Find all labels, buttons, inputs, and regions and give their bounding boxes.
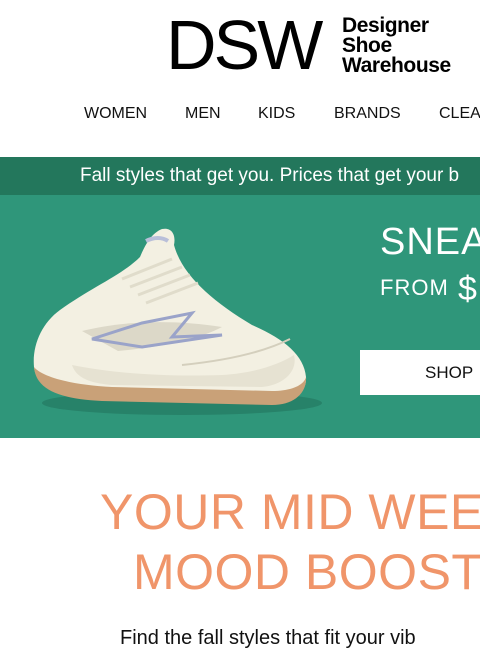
dsw-logo[interactable]: DSW — [166, 10, 323, 80]
logo-word-shoe: Shoe — [342, 34, 392, 57]
sneaker-image[interactable] — [22, 215, 322, 420]
headline-line-1: YOUR MID WEE — [100, 485, 480, 540]
promo-banner[interactable]: Fall styles that get you. Prices that ge… — [0, 157, 480, 195]
promo-text: Fall styles that get you. Prices that ge… — [80, 165, 460, 186]
nav-item-brands[interactable]: BRANDS — [334, 104, 401, 124]
hero-from-label: FROM — [380, 275, 449, 300]
nav-item-kids[interactable]: KIDS — [258, 104, 295, 124]
logo-word-designer: Designer — [342, 14, 429, 37]
headline: YOUR MID WEE MOOD BOOST — [0, 485, 480, 615]
body-copy: Find the fall styles that fit your vib — [120, 627, 416, 649]
nav-item-men[interactable]: MEN — [185, 104, 221, 124]
hero-title: SNEA — [380, 221, 480, 263]
headline-line-2: MOOD BOOST — [133, 544, 480, 600]
main-nav: WOMEN MEN KIDS BRANDS CLEA — [0, 104, 480, 128]
nav-item-clearance[interactable]: CLEA — [439, 104, 480, 124]
nav-item-women[interactable]: WOMEN — [84, 104, 147, 124]
shop-button[interactable]: SHOP — [360, 350, 480, 395]
logo-word-warehouse: Warehouse — [342, 54, 451, 77]
hero-banner[interactable]: SNEA FROM $ SHOP — [0, 195, 480, 438]
hero-price: $ — [458, 270, 477, 308]
logo-wordmark: Designer Shoe Warehouse — [342, 14, 451, 77]
